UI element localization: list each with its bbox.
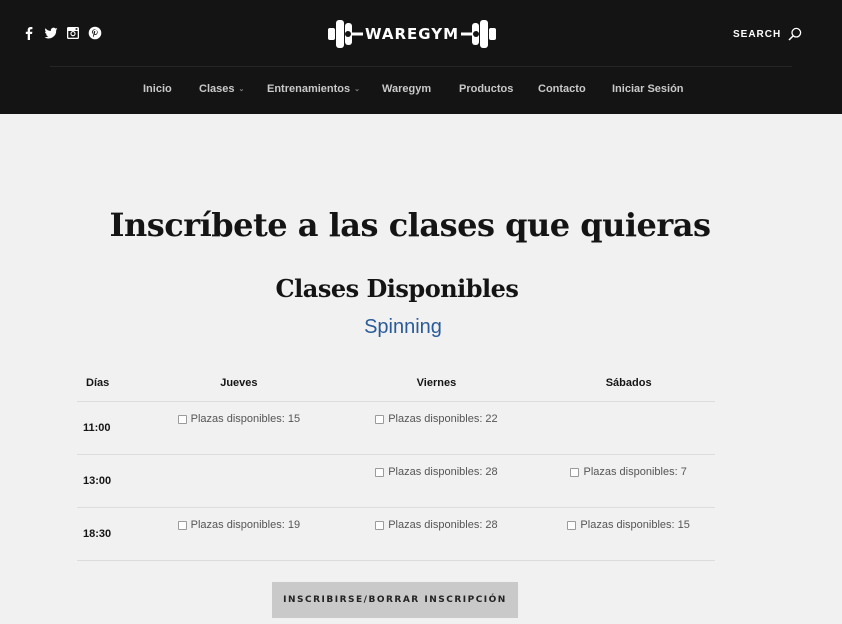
class-name: Spinning xyxy=(364,316,442,338)
table-row: 13:00 Plazas disponibles: 28 Plazas disp… xyxy=(77,454,715,508)
twitter-icon[interactable] xyxy=(44,26,58,40)
page-title: Inscríbete a las clases que quieras xyxy=(109,206,712,244)
waregym-logo[interactable]: WAREGYM xyxy=(326,17,498,51)
main-nav: Inicio Clases ⌄ Entrenamientos ⌄ Waregym P… xyxy=(0,80,842,100)
chevron-down-icon: ⌄ xyxy=(238,86,245,93)
nav-item-entrenamientos[interactable]: Entrenamientos ⌄ xyxy=(267,83,360,95)
schedule-table: Días Jueves Viernes Sábados 11:00 Plazas… xyxy=(77,364,715,561)
slot-checkbox[interactable] xyxy=(177,414,187,424)
slot-cell: Plazas disponibles: 15 xyxy=(147,401,331,455)
instagram-icon[interactable] xyxy=(66,26,80,40)
slot-checkbox-label[interactable]: Plazas disponibles: 22 xyxy=(375,413,498,425)
slot-checkbox[interactable] xyxy=(570,467,580,477)
search-toggle[interactable]: SEARCH xyxy=(733,27,802,41)
site-header: WAREGYM SEARCH Inicio Clases ⌄ Entrenamie… xyxy=(0,0,842,114)
nav-item-productos[interactable]: Productos xyxy=(459,83,513,95)
table-header-row: Días Jueves Viernes Sábados xyxy=(77,364,715,402)
slot-checkbox[interactable] xyxy=(375,414,385,424)
search-icon xyxy=(788,27,802,41)
nav-item-waregym[interactable]: Waregym xyxy=(382,83,431,95)
table-row: 11:00 Plazas disponibles: 15 Plazas disp… xyxy=(77,401,715,455)
search-label: SEARCH xyxy=(733,28,782,40)
table-row: 18:30 Plazas disponibles: 19 Plazas disp… xyxy=(77,507,715,561)
slot-checkbox-label[interactable]: Plazas disponibles: 15 xyxy=(177,413,300,425)
column-header: Días xyxy=(77,364,148,402)
chevron-down-icon: ⌄ xyxy=(354,86,361,93)
facebook-icon[interactable] xyxy=(22,26,36,40)
time-cell: 18:30 xyxy=(77,507,148,561)
slot-cell: Plazas disponibles: 15 xyxy=(542,507,715,561)
header-divider xyxy=(50,66,792,67)
slot-cell: Plazas disponibles: 28 xyxy=(330,454,543,508)
slot-checkbox[interactable] xyxy=(567,520,577,530)
nav-item-clases[interactable]: Clases ⌄ xyxy=(199,83,244,95)
slot-checkbox-label[interactable]: Plazas disponibles: 19 xyxy=(177,519,300,531)
enroll-submit-button[interactable]: INSCRIBIRSE/BORRAR INSCRIPCIÓN xyxy=(272,582,518,618)
slot-checkbox[interactable] xyxy=(375,520,385,530)
time-cell: 13:00 xyxy=(77,454,148,508)
slot-checkbox-label[interactable]: Plazas disponibles: 28 xyxy=(375,519,498,531)
section-title: Clases Disponibles xyxy=(275,274,519,303)
slot-cell-empty xyxy=(147,454,331,508)
nav-item-iniciar-sesion[interactable]: Iniciar Sesión xyxy=(612,83,684,95)
nav-item-contacto[interactable]: Contacto xyxy=(538,83,586,95)
slot-checkbox-label[interactable]: Plazas disponibles: 15 xyxy=(567,519,690,531)
slot-checkbox[interactable] xyxy=(375,467,385,477)
column-header: Sábados xyxy=(542,364,715,402)
social-links xyxy=(22,26,102,40)
slot-cell: Plazas disponibles: 7 xyxy=(542,454,715,508)
nav-item-inicio[interactable]: Inicio xyxy=(143,83,172,95)
column-header: Jueves xyxy=(147,364,331,402)
slot-cell: Plazas disponibles: 19 xyxy=(147,507,331,561)
slot-checkbox-label[interactable]: Plazas disponibles: 28 xyxy=(375,466,498,478)
logo-text: WAREGYM xyxy=(362,25,462,43)
time-cell: 11:00 xyxy=(77,401,148,455)
column-header: Viernes xyxy=(330,364,543,402)
slot-cell-empty xyxy=(542,401,715,455)
pinterest-icon[interactable] xyxy=(88,26,102,40)
slot-checkbox-label[interactable]: Plazas disponibles: 7 xyxy=(570,466,687,478)
slot-checkbox[interactable] xyxy=(177,520,187,530)
slot-cell: Plazas disponibles: 22 xyxy=(330,401,543,455)
slot-cell: Plazas disponibles: 28 xyxy=(330,507,543,561)
